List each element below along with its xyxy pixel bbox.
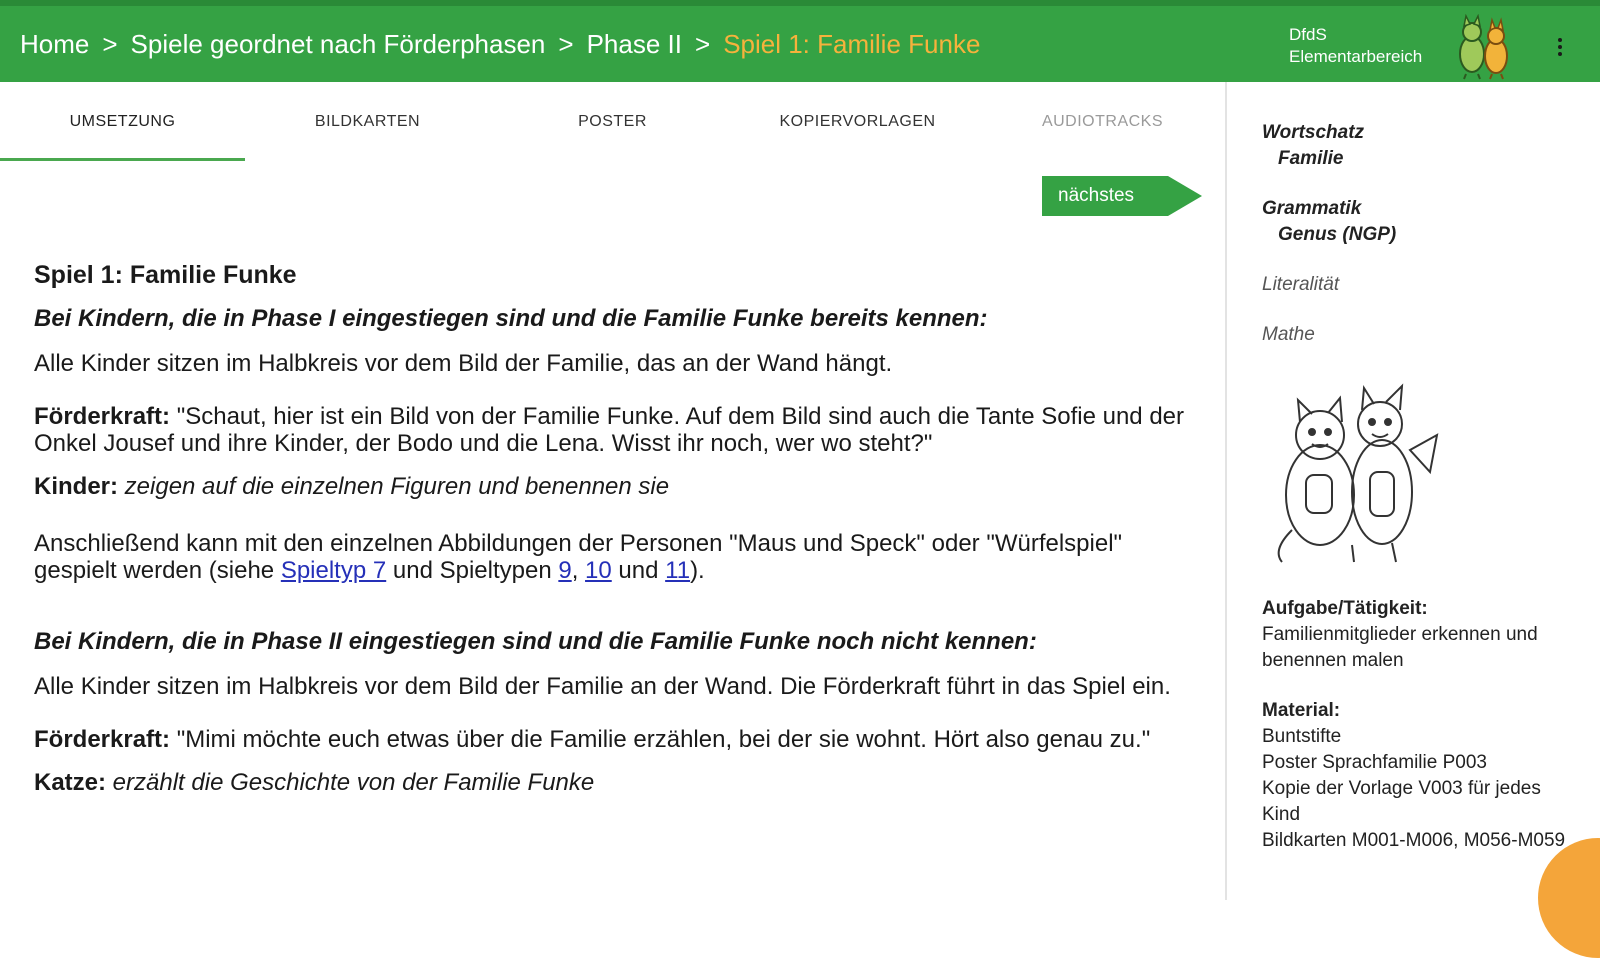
breadcrumb-home[interactable]: Home xyxy=(20,29,89,60)
breadcrumb: Home > Spiele geordnet nach Förderphasen… xyxy=(20,6,980,82)
wortschatz-label: Wortschatz xyxy=(1262,122,1365,143)
dialog-speaker: Katze: xyxy=(34,769,107,796)
mathe-label: Mathe xyxy=(1262,324,1315,345)
next-button[interactable]: nächstes xyxy=(1042,176,1202,216)
dialog-text: "Mimi möchte euch etwas über die Familie… xyxy=(170,726,1151,753)
page-title: Spiel 1: Familie Funke xyxy=(34,261,297,289)
breadcrumb-separator: > xyxy=(558,28,574,59)
link-spieltyp-10[interactable]: 10 xyxy=(585,557,612,584)
section1-text: Alle Kinder sitzen im Halbkreis vor dem … xyxy=(34,350,893,377)
link-spieltyp-9[interactable]: 9 xyxy=(558,557,571,584)
dialog-text: "Schaut, hier ist ein Bild von der Famil… xyxy=(34,403,1185,457)
tab-umsetzung[interactable]: UMSETZUNG xyxy=(0,82,245,162)
section2-text: Alle Kinder sitzen im Halbkreis vor dem … xyxy=(34,673,1171,700)
dialog-speaker: Förderkraft: xyxy=(34,726,171,753)
section1-heading: Bei Kindern, die in Phase I eingestiegen… xyxy=(34,305,988,332)
tab-poster[interactable]: POSTER xyxy=(490,82,735,162)
dialog-line: Förderkraft: "Schaut, hier ist ein Bild … xyxy=(34,403,1204,457)
material-item: Kopie der Vorlage V003 für jedes Kind xyxy=(1262,778,1541,825)
wortschatz-block: Wortschatz Familie xyxy=(1262,120,1582,172)
sidebar-divider xyxy=(1225,82,1227,900)
dialog-line: Kinder: zeigen auf die einzelnen Figuren… xyxy=(34,473,1204,500)
dialog-speaker: Kinder: xyxy=(34,473,118,500)
aufgabe-block: Aufgabe/Tätigkeit: Familienmitglieder er… xyxy=(1262,596,1582,674)
main-content: Spiel 1: Familie Funke Bei Kindern, die … xyxy=(34,262,1204,812)
link-spieltyp-7[interactable]: Spieltyp 7 xyxy=(281,557,386,584)
aufgabe-label: Aufgabe/Tätigkeit: xyxy=(1262,598,1428,619)
tab-bar: UMSETZUNG BILDKARTEN POSTER KOPIERVORLAG… xyxy=(0,82,1225,162)
grammatik-label: Grammatik xyxy=(1262,198,1362,219)
aufgabe-value: Familienmitglieder erkennen und benennen… xyxy=(1262,624,1538,671)
kebab-menu-icon[interactable] xyxy=(1556,38,1564,58)
tab-audiotracks[interactable]: AUDIOTRACKS xyxy=(980,82,1225,162)
material-item: Poster Sprachfamilie P003 xyxy=(1262,752,1487,773)
grammatik-value: Genus (NGP) xyxy=(1278,224,1397,245)
task-sidebar: Aufgabe/Tätigkeit: Familienmitglieder er… xyxy=(1262,596,1582,878)
tab-bildkarten[interactable]: BILDKARTEN xyxy=(245,82,490,162)
dialog-speaker: Förderkraft: xyxy=(34,403,171,430)
material-label: Material: xyxy=(1262,700,1341,721)
breadcrumb-phase[interactable]: Phase II xyxy=(587,29,682,60)
brand-line1: DfdS xyxy=(1289,25,1327,44)
dialog-text: zeigen auf die einzelnen Figuren und ben… xyxy=(118,473,670,500)
breadcrumb-current: Spiel 1: Familie Funke xyxy=(723,28,981,59)
grammatik-block: Grammatik Genus (NGP) xyxy=(1262,196,1582,248)
active-tab-indicator xyxy=(0,158,245,161)
top-app-bar: Home > Spiele geordnet nach Förderphasen… xyxy=(0,0,1600,82)
next-button-label: nächstes xyxy=(1058,185,1135,206)
cats-illustration xyxy=(1277,383,1439,563)
brand-line2: Elementarbereich xyxy=(1289,47,1423,66)
cat-mascot-icon xyxy=(1459,14,1508,80)
dialog-line: Förderkraft: "Mimi möchte euch etwas übe… xyxy=(34,726,1204,753)
material-item: Bildkarten M001-M006, M056-M059 xyxy=(1262,830,1566,851)
tab-kopiervorlagen[interactable]: KOPIERVORLAGEN xyxy=(735,82,980,162)
section2-heading: Bei Kindern, die in Phase II eingestiege… xyxy=(34,628,1037,655)
breadcrumb-separator: > xyxy=(695,28,711,59)
material-item: Buntstifte xyxy=(1262,726,1342,747)
wortschatz-value: Familie xyxy=(1278,148,1344,169)
breadcrumb-spiele[interactable]: Spiele geordnet nach Förderphasen xyxy=(131,29,546,60)
dialog-line: Katze: erzählt die Geschichte von der Fa… xyxy=(34,769,1204,796)
brand-label: DfdS Elementarbereich xyxy=(1289,24,1422,68)
material-block: Material: Buntstifte Poster Sprachfamili… xyxy=(1262,698,1582,854)
dialog-text: erzählt die Geschichte von der Familie F… xyxy=(106,769,595,796)
breadcrumb-separator: > xyxy=(102,28,118,59)
follow-text: Anschließend kann mit den einzelnen Abbi… xyxy=(34,530,1123,584)
literalitaet-label: Literalität xyxy=(1262,274,1340,295)
info-sidebar: Wortschatz Familie Grammatik Genus (NGP)… xyxy=(1262,120,1582,372)
link-spieltyp-11[interactable]: 11 xyxy=(665,557,690,584)
